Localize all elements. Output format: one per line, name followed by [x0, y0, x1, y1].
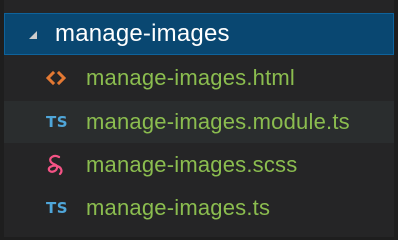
- file-explorer-tree: manage-images manage-images.html TS mana…: [0, 0, 398, 240]
- file-item-ts[interactable]: TS manage-images.ts: [4, 187, 394, 229]
- file-item-scss[interactable]: manage-images.scss: [4, 144, 394, 186]
- folder-manage-images[interactable]: manage-images: [4, 13, 394, 55]
- typescript-file-icon: TS: [46, 113, 69, 131]
- file-item-module-ts[interactable]: TS manage-images.module.ts: [4, 101, 394, 143]
- sass-file-icon: [46, 154, 76, 176]
- file-label: manage-images.module.ts: [86, 109, 350, 134]
- file-label: manage-images.html: [86, 65, 296, 90]
- file-label: manage-images.ts: [86, 195, 271, 220]
- file-item-html[interactable]: manage-images.html: [4, 57, 394, 99]
- typescript-file-icon: TS: [46, 199, 69, 217]
- folder-label: manage-images: [55, 20, 230, 47]
- file-label: manage-images.scss: [86, 152, 298, 177]
- html-file-icon: [46, 70, 76, 86]
- chevron-expanded-icon[interactable]: [29, 31, 37, 39]
